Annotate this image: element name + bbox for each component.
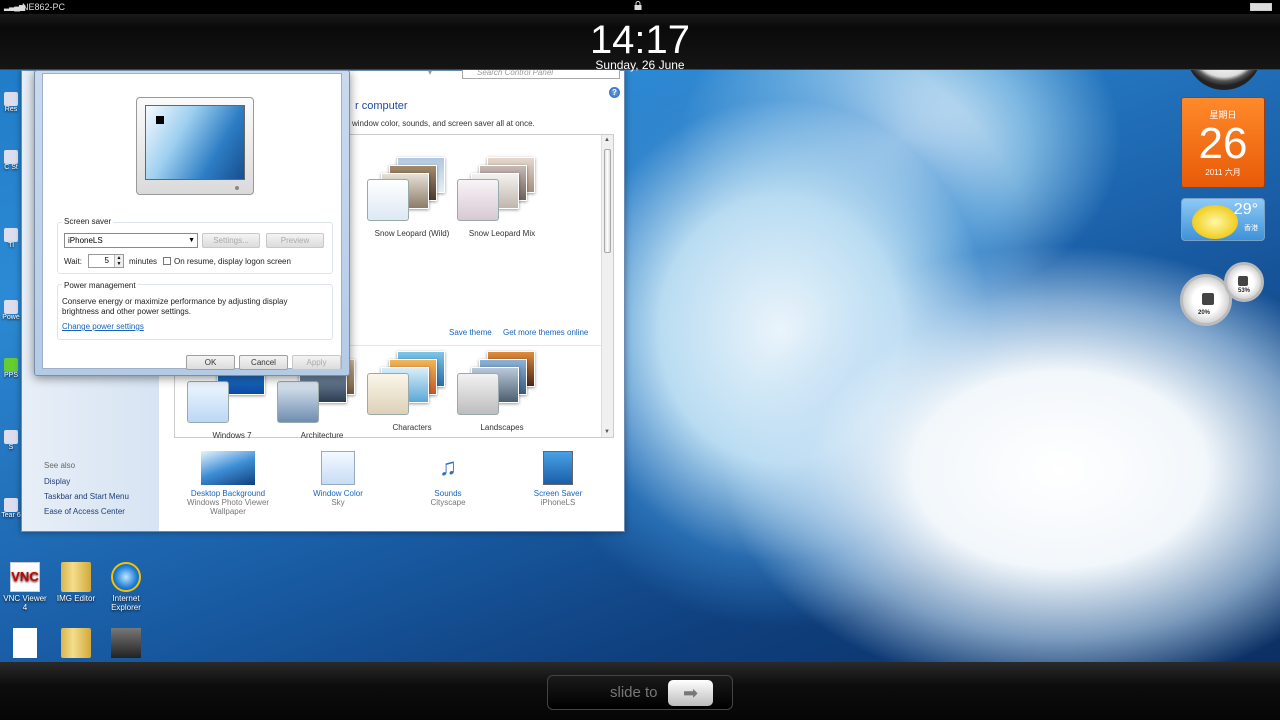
theme-snow-leopard-wild[interactable]: Snow Leopard (Wild) [367,157,457,247]
theme-landscapes[interactable]: Landscapes [457,351,547,441]
calendar-gadget[interactable]: 星期日 26 2011 六月 [1181,97,1265,188]
see-also-display-link[interactable]: Display [44,477,70,486]
sounds-item[interactable]: ♫ Sounds Cityscape [393,451,503,507]
color-swatch [457,179,499,221]
lockscreen-top-bar: ▂▃▄▅ NE862-PC 14:17 Sunday, 26 June [0,0,1280,72]
gauge-center-icon [1202,293,1214,305]
app-icon [4,228,18,242]
weather-gadget[interactable]: 29° 香港 [1181,198,1265,241]
scroll-down-icon[interactable]: ▼ [604,429,610,435]
color-swatch [277,381,319,423]
app-icon [4,92,18,106]
power-led [235,186,239,190]
arrow-right-icon[interactable]: ➡ [668,680,713,706]
document-icon [13,628,37,658]
app-icon [4,358,18,372]
app-icon [4,300,18,314]
window-color-icon [321,451,355,485]
desktop-icon-edge[interactable]: Tear 6 [0,498,22,519]
color-swatch [367,179,409,221]
internet-explorer-icon [111,562,141,592]
battery-icon [1250,3,1272,11]
lockscreen-date: Sunday, 26 June [595,58,685,72]
sun-icon [1192,205,1238,239]
screen-saver-icon [543,451,573,485]
lock-icon [634,1,642,10]
see-also-ease-of-access-link[interactable]: Ease of Access Center [44,507,125,516]
desktop-icon-edge[interactable]: PPS [0,358,22,379]
app-icon [4,498,18,512]
vnc-icon: VNC [10,562,40,592]
gauge-center-icon [1238,276,1248,286]
address-bar: ▾ Search Control Panel [352,67,622,81]
cancel-button[interactable]: Cancel [239,355,288,370]
cpu-meter-gadget[interactable]: 20% 53% [1180,262,1266,326]
folder-icon [61,562,91,592]
color-swatch [457,373,499,415]
folder-icon [61,628,91,658]
page-title: r computer [355,100,408,112]
theme-list-scrollbar[interactable]: ▲ ▼ [601,135,613,437]
img-editor-shortcut[interactable]: IMG Editor [51,562,101,603]
desktop-icon-edge[interactable]: Powe [0,300,22,321]
screen-saver-group: Screen saver iPhoneLS ▼ Settings... Prev… [57,217,333,274]
save-theme-link[interactable]: Save theme [449,328,492,337]
lockscreen-clock: 14:17 [589,18,691,62]
scroll-up-icon[interactable]: ▲ [604,137,610,143]
desktop-icon-edge[interactable]: S [0,430,22,451]
chevron-down-icon: ▼ [188,237,195,244]
settings-button[interactable]: Settings... [202,233,260,248]
power-management-group: Power management Conserve energy or maxi… [57,281,333,340]
desktop-icon-edge[interactable]: C St [0,150,22,171]
app-icon [4,430,18,444]
see-also-taskbar-link[interactable]: Taskbar and Start Menu [44,492,129,501]
desktop-icon-edge[interactable]: Res [0,92,22,113]
slide-label: slide to [610,684,658,701]
folder-shortcut[interactable] [51,628,101,660]
sounds-icon: ♫ [439,454,457,481]
resume-label: On resume, display logon screen [174,257,291,266]
screen-saver-settings-dialog: Screen saver iPhoneLS ▼ Settings... Prev… [34,70,350,376]
help-icon[interactable]: ? [609,87,620,98]
see-also-heading: See also [44,461,76,470]
desktop-icon-edge[interactable]: Tl [0,228,22,249]
scroll-thumb[interactable] [604,149,611,253]
apply-button[interactable]: Apply [292,355,341,370]
color-swatch [367,373,409,415]
desktop-background-item[interactable]: Desktop Background Windows Photo Viewer … [173,451,283,516]
status-bar: ▂▃▄▅ NE862-PC [0,0,1280,14]
get-more-themes-link[interactable]: Get more themes online [503,328,588,337]
document-shortcut[interactable] [0,628,50,660]
theme-snow-leopard-mix[interactable]: Snow Leopard Mix [457,157,547,247]
wait-label: Wait: [64,257,82,266]
internet-explorer-shortcut[interactable]: Internet Explorer [101,562,151,612]
wait-minutes-stepper[interactable]: 5 ▲ ▼ [88,254,124,268]
slide-to-unlock[interactable]: slide to ➡ [547,675,733,710]
logon-on-resume-checkbox[interactable] [163,257,171,265]
screen-saver-item[interactable]: Screen Saver iPhoneLS [503,451,613,507]
theme-characters[interactable]: Characters [367,351,457,441]
ok-button[interactable]: OK [186,355,235,370]
monitor-preview [136,97,254,195]
game-icon [111,628,141,658]
minutes-label: minutes [129,257,158,266]
window-color-item[interactable]: Window Color Sky [283,451,393,507]
change-power-settings-link[interactable]: Change power settings [62,322,144,331]
preview-screen [145,105,245,180]
vnc-viewer-shortcut[interactable]: VNC VNC Viewer 4 [0,562,50,612]
preview-button[interactable]: Preview [266,233,324,248]
color-swatch [187,381,229,423]
dialog-body: Screen saver iPhoneLS ▼ Settings... Prev… [42,73,342,370]
game-shortcut[interactable] [101,628,151,660]
power-description: Conserve energy or maximize performance … [62,297,288,316]
app-icon [4,150,18,164]
carrier-name: NE862-PC [22,2,66,12]
wallpaper-icon [201,451,255,485]
spin-arrows-icon[interactable]: ▲ ▼ [114,255,123,267]
page-subtitle: window color, sounds, and screen saver a… [352,119,535,128]
screen-saver-select[interactable]: iPhoneLS ▼ [64,233,198,248]
